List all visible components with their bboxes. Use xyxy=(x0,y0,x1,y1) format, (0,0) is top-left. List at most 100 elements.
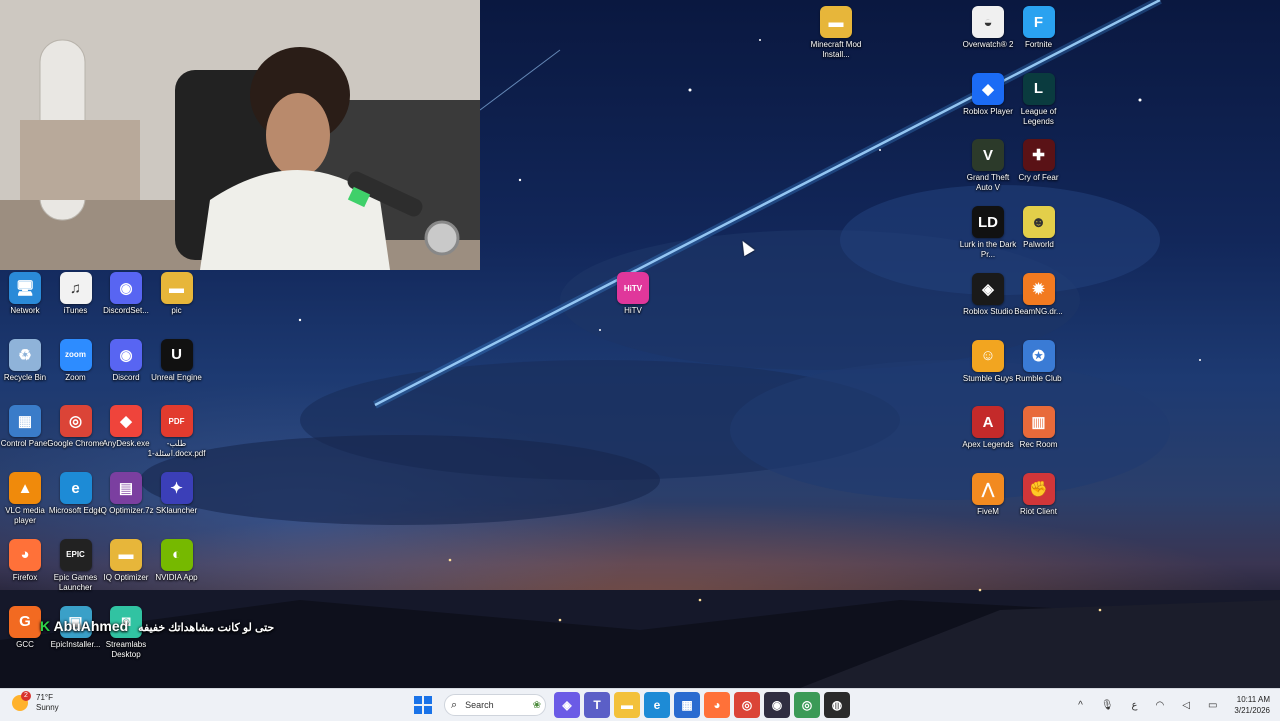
search-placeholder: Search xyxy=(465,700,494,710)
copilot-icon[interactable]: ◈ xyxy=(554,692,580,718)
roblox-icon: ◆ xyxy=(972,72,1004,105)
desktop-icon-label: Rumble Club xyxy=(1015,373,1062,383)
desktop-icon-label: Cry of Fear xyxy=(1018,173,1059,183)
discord-icon: ◉ xyxy=(110,272,142,304)
itunes-icon: ♫ xyxy=(59,272,92,304)
folder-icon: ▬ xyxy=(110,538,142,571)
start-button[interactable] xyxy=(410,692,436,718)
clock-date: 3/21/2026 xyxy=(1234,706,1270,715)
overwatch-icon: ◒ xyxy=(972,6,1004,38)
weather-widget[interactable]: 2 71°F Sunny xyxy=(12,691,59,713)
clock[interactable]: 10:11 AM 3/21/2026 xyxy=(1234,694,1270,716)
desktop-icon[interactable]: ✦ SKlauncher xyxy=(147,470,207,516)
desktop-icon-label: BeamNG.dr... xyxy=(1014,306,1063,316)
store-icon[interactable]: ▦ xyxy=(674,692,700,718)
search-icon: ⌕ xyxy=(451,698,458,711)
cry-of-fear-icon: ✚ xyxy=(1022,139,1055,172)
microphone-icon[interactable]: 🎙 xyxy=(1101,700,1114,711)
desktop-icon-label: Riot Client xyxy=(1020,506,1057,516)
search-highlight-icon: ❀ xyxy=(532,699,541,711)
wifi-icon[interactable]: ◠ xyxy=(1156,700,1165,711)
beamng-icon: ✹ xyxy=(1022,272,1055,305)
desktop-icon-label: Minecraft Mod Install... xyxy=(810,40,862,59)
taskbar-center: ⌕ Search ❀ ◈ T ▬ e ▦ ◕ ◎ ◉ ◎ ◍ xyxy=(408,692,852,718)
windows-logo-icon xyxy=(414,696,432,714)
desktop-icon[interactable]: ✚ Cry of Fear xyxy=(1009,137,1069,183)
edge-icon[interactable]: e xyxy=(644,692,670,718)
desktop-icon-label: SKlauncher xyxy=(155,506,198,516)
desktop-icon[interactable]: ◐ NVIDIA App xyxy=(147,537,207,583)
gcc-icon: G xyxy=(9,605,41,638)
overlay-k-letter: K xyxy=(40,618,51,634)
desktop-icon-label: طلب-اسئلة-1.docx.pdf xyxy=(147,439,206,459)
notification-badge: 2 xyxy=(21,691,31,701)
chrome-icon[interactable]: ◎ xyxy=(734,692,760,718)
recycle-bin-icon: ♻ xyxy=(9,338,41,371)
stream-overlay-text: K AbuAhmed حتى لو كانت مشاهداتك خفيفه xyxy=(40,618,274,634)
chrome-icon: ◎ xyxy=(59,405,92,438)
lurk-in-the-dark-icon: LD xyxy=(972,206,1004,239)
edge-icon: e xyxy=(59,472,92,505)
taskbar-search[interactable]: ⌕ Search ❀ xyxy=(444,694,546,716)
anydesk-icon: ◆ xyxy=(110,405,142,438)
desktop-icon[interactable]: ✪ Rumble Club xyxy=(1009,338,1069,384)
desktop-icon-label: Unreal Engine xyxy=(151,372,202,382)
discord-icon: ◉ xyxy=(110,338,142,371)
desktop-icon[interactable]: L League of Legends xyxy=(1009,71,1069,127)
overlay-name: AbuAhmed xyxy=(53,618,129,634)
unreal-engine-icon: U xyxy=(160,338,193,371)
nvidia-icon: ◐ xyxy=(160,538,193,571)
network-icon: 🖥 xyxy=(9,272,41,304)
volume-icon[interactable]: ◁ xyxy=(1182,700,1190,711)
taskbar: 2 71°F Sunny ⌕ Search ❀ ◈ T ▬ e ▦ ◕ ◎ ◉ ◎ ◍ ^ 🎙 ع… xyxy=(0,688,1280,721)
desktop-icon-label: League of Legends xyxy=(1020,106,1057,126)
desktop-icon-label: Rec Room xyxy=(1019,440,1058,450)
desktop-icon-label: Streamlabs Desktop xyxy=(105,639,147,659)
weather-temp: 71°F xyxy=(36,693,53,702)
desktop-icon[interactable]: ✹ BeamNG.dr... xyxy=(1009,271,1069,317)
language-icon[interactable]: ع xyxy=(1132,700,1138,711)
hitv-icon: HiTV xyxy=(617,272,649,304)
fortnite-icon: F xyxy=(1022,6,1055,38)
control-panel-icon: ▦ xyxy=(9,405,41,438)
epic-games-icon: EPIC xyxy=(59,538,92,571)
desktop-icon-label: Fortnite xyxy=(1024,40,1053,49)
file-explorer-icon[interactable]: ▬ xyxy=(614,692,640,718)
riot-client-icon: ✊ xyxy=(1022,472,1055,505)
desktop-icon-label: HiTV xyxy=(624,306,642,315)
chevron-up-icon[interactable]: ^ xyxy=(1078,700,1083,711)
firefox-icon: ◕ xyxy=(9,538,41,571)
sklauncher-icon: ✦ xyxy=(160,472,193,505)
palworld-icon: ☻ xyxy=(1022,206,1055,239)
desktop-icon-label: pic xyxy=(171,306,182,315)
system-tray: ^ 🎙 ع ◠ ◁ ▭ 10:11 AM 3/21/2026 xyxy=(1069,689,1280,721)
desktop-icon[interactable]: F Fortnite xyxy=(1009,4,1069,50)
archive-icon: ▤ xyxy=(110,472,142,505)
teams-icon[interactable]: T xyxy=(584,692,610,718)
overlay-arabic-text: حتى لو كانت مشاهداتك خفيفه xyxy=(138,622,275,634)
desktop-icon[interactable]: ▥ Rec Room xyxy=(1009,404,1069,450)
desktop-icon[interactable]: ▬ pic xyxy=(147,270,207,316)
desktop-icon[interactable]: HiTV HiTV xyxy=(603,270,663,316)
desktop-icon[interactable]: ✊ Riot Client xyxy=(1009,471,1069,517)
stumble-guys-icon: ☺ xyxy=(972,339,1004,372)
zoom-icon: zoom xyxy=(59,338,92,371)
desktop-icon-label: Palworld xyxy=(1023,240,1054,250)
vlc-icon: ▲ xyxy=(9,472,41,505)
desktop-icon[interactable]: ▬ Minecraft Mod Install... xyxy=(806,4,866,60)
chrome-profile-icon[interactable]: ◎ xyxy=(794,692,820,718)
obs-icon[interactable]: ◉ xyxy=(764,692,790,718)
davinci-icon[interactable]: ◍ xyxy=(824,692,850,718)
desktop-icon[interactable]: ☻ Palworld xyxy=(1009,204,1069,250)
desktop-icon[interactable]: U Unreal Engine xyxy=(147,337,207,383)
desktop-icon-label: NVIDIA App xyxy=(155,572,198,582)
league-of-legends-icon: L xyxy=(1022,72,1055,105)
firefox-icon[interactable]: ◕ xyxy=(704,692,730,718)
folder-icon: ▬ xyxy=(160,272,193,304)
roblox-studio-icon: ◈ xyxy=(972,272,1004,305)
gta-icon: V xyxy=(972,139,1004,172)
webcam-overlay xyxy=(0,0,480,270)
fivem-icon: ⋀ xyxy=(972,472,1004,505)
desktop-icon[interactable]: PDF طلب-اسئلة-1.docx.pdf xyxy=(147,403,207,459)
battery-icon[interactable]: ▭ xyxy=(1208,700,1217,711)
